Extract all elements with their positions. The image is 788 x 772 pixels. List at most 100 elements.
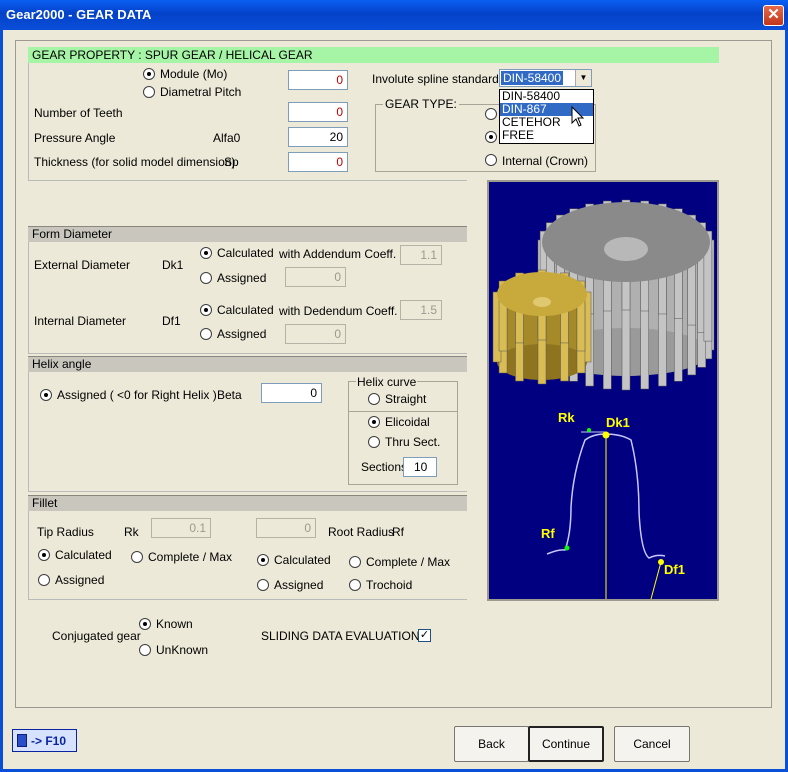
root-complete-radio[interactable] (349, 556, 361, 568)
profile-label-rf: Rf (541, 526, 555, 541)
thickness-input[interactable]: 0 (288, 152, 348, 172)
tip-calculated-radio[interactable] (38, 549, 50, 561)
conjugated-known-label: Known (156, 617, 193, 631)
tip-radius-symbol: Rk (124, 525, 139, 539)
diametral-pitch-label: Diametral Pitch (160, 85, 242, 99)
back-button[interactable]: Back (454, 726, 529, 762)
teeth-input[interactable]: 0 (288, 102, 348, 122)
pressure-angle-label: Pressure Angle (34, 131, 116, 145)
spline-standard-select[interactable]: DIN-58400 ▼ (499, 69, 592, 87)
helix-straight-radio[interactable] (368, 393, 380, 405)
gear-type-internal-radio[interactable] (485, 154, 497, 166)
root-complete-label: Complete / Max (366, 555, 451, 569)
title-bar: Gear2000 - GEAR DATA ✕ (0, 0, 788, 30)
thickness-label: Thickness (for solid model dimension) (34, 155, 236, 169)
calculator-label: -> F10 (31, 734, 67, 748)
helix-straight-label: Straight (385, 392, 427, 406)
helix-thru-radio[interactable] (368, 436, 380, 448)
int-assigned-input[interactable]: 0 (285, 324, 346, 344)
int-assigned-radio[interactable] (200, 328, 212, 340)
root-radius-symbol: Rf (392, 525, 404, 539)
pressure-angle-symbol: Alfa0 (213, 131, 241, 145)
conjugated-known-radio[interactable] (139, 618, 151, 630)
tip-assigned-label: Assigned (55, 573, 105, 587)
module-radio[interactable] (143, 68, 155, 80)
gear-type-helical-radio[interactable] (485, 131, 497, 143)
teeth-label: Number of Teeth (34, 106, 123, 120)
beta-input[interactable]: 0 (261, 383, 322, 403)
helix-assigned-radio[interactable] (40, 389, 52, 401)
sections-input[interactable]: 10 (403, 457, 437, 477)
addendum-label: with Addendum Coeff. (279, 247, 397, 261)
root-calculated-radio[interactable] (257, 554, 269, 566)
window-title: Gear2000 - GEAR DATA (6, 7, 152, 22)
continue-button[interactable]: Continue (528, 726, 604, 762)
thickness-symbol: Sp (224, 155, 239, 169)
sections-label: Sections (361, 460, 408, 474)
helix-elicoidal-radio[interactable] (368, 416, 380, 428)
gear-preview-image (489, 182, 717, 600)
calculator-button[interactable]: -> F10 (12, 729, 77, 752)
tip-calculated-label: Calculated (55, 548, 112, 562)
diametral-pitch-radio[interactable] (143, 86, 155, 98)
int-calculated-label: Calculated (217, 303, 274, 317)
ext-assigned-radio[interactable] (200, 272, 212, 284)
profile-label-df1: Df1 (664, 562, 685, 577)
ext-assigned-label: Assigned (217, 271, 267, 285)
dedendum-input[interactable]: 1.5 (400, 300, 442, 320)
form-diameter-header: Form Diameter (28, 226, 467, 242)
conjugated-unknown-radio[interactable] (139, 644, 151, 656)
external-diameter-label: External Diameter (34, 258, 131, 272)
gear-preview-panel: Rk Dk1 Rf Df1 (487, 180, 719, 601)
addendum-input[interactable]: 1.1 (400, 245, 442, 265)
conjugated-unknown-label: UnKnown (156, 643, 209, 657)
root-calculated-label: Calculated (274, 553, 331, 567)
spline-standard-label: Involute spline standard (372, 72, 499, 86)
int-assigned-label: Assigned (217, 327, 267, 341)
helix-curve-title: Helix curve (356, 375, 418, 389)
helix-elicoidal-label: Elicoidal (385, 415, 430, 429)
root-trochoid-label: Trochoid (366, 578, 413, 592)
mouse-cursor-icon (571, 106, 585, 127)
helix-assigned-label: Assigned ( <0 for Right Helix ) (57, 388, 217, 402)
beta-label: Beta (217, 388, 242, 402)
helix-header: Helix angle (28, 356, 467, 372)
internal-diameter-symbol: Df1 (162, 314, 181, 328)
module-input[interactable]: 0 (288, 70, 348, 90)
root-radius-label: Root Radius (328, 525, 395, 539)
chevron-down-icon[interactable]: ▼ (575, 70, 591, 86)
calculator-icon (17, 734, 27, 747)
sliding-data-label: SLIDING DATA EVALUATION (261, 629, 420, 643)
ext-calculated-radio[interactable] (200, 247, 212, 259)
gear-type-internal-label: Internal (Crown) (502, 154, 589, 168)
sliding-data-checkbox[interactable]: ✓ (418, 629, 431, 642)
ext-calculated-label: Calculated (217, 246, 274, 260)
root-trochoid-radio[interactable] (349, 579, 361, 591)
gear-property-header: GEAR PROPERTY : SPUR GEAR / HELICAL GEAR (28, 47, 719, 63)
tip-radius-input[interactable]: 0.1 (151, 518, 211, 538)
internal-diameter-label: Internal Diameter (34, 314, 127, 328)
fillet-header: Fillet (28, 495, 467, 511)
tip-assigned-radio[interactable] (38, 574, 50, 586)
tip-complete-radio[interactable] (131, 551, 143, 563)
external-diameter-symbol: Dk1 (162, 258, 184, 272)
profile-label-rk: Rk (558, 410, 575, 425)
tip-complete-label: Complete / Max (148, 550, 233, 564)
cancel-button[interactable]: Cancel (614, 726, 690, 762)
helix-thru-label: Thru Sect. (385, 435, 441, 449)
conjugated-gear-label: Conjugated gear (52, 629, 141, 643)
int-calculated-radio[interactable] (200, 304, 212, 316)
root-assigned-label: Assigned (274, 578, 324, 592)
gear-type-external-radio[interactable] (485, 108, 497, 120)
dedendum-label: with Dedendum Coeff. (279, 304, 398, 318)
root-assigned-radio[interactable] (257, 579, 269, 591)
gear-type-title: GEAR TYPE: (383, 97, 459, 111)
root-radius-input[interactable]: 0 (256, 518, 316, 538)
helix-curve-divider (349, 411, 457, 412)
pressure-angle-input[interactable]: 20 (288, 127, 348, 147)
profile-label-dk1: Dk1 (606, 415, 630, 430)
small-gear-icon (492, 269, 592, 385)
spline-option[interactable]: FREE (500, 129, 593, 142)
close-button[interactable]: ✕ (763, 5, 784, 26)
ext-assigned-input[interactable]: 0 (285, 267, 346, 287)
